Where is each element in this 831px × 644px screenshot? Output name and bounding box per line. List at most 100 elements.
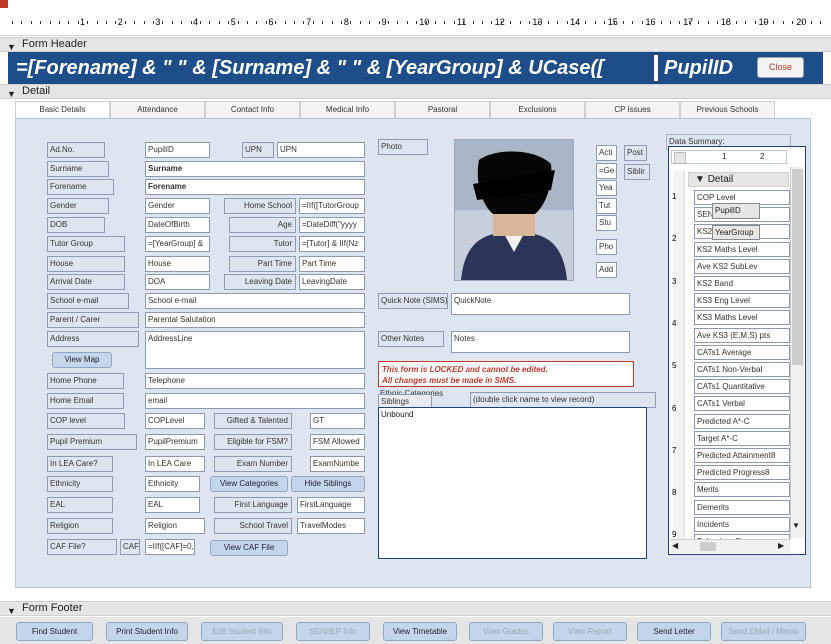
summary-row[interactable]: Ave KS3 (E,M,S) pts (694, 327, 790, 343)
gender-field[interactable]: Gender (145, 198, 210, 214)
ruler-mark: 10 (419, 17, 430, 27)
scroll-down-icon[interactable]: ▼ (792, 521, 800, 530)
tab-cp-issues[interactable]: CP Issues (585, 101, 680, 119)
house-field[interactable]: House (145, 256, 210, 272)
summary-row[interactable]: KS3 Maths Level (694, 310, 790, 326)
tab-basic-details[interactable]: Basic Details (15, 101, 110, 119)
side-acti-field[interactable]: Acti (596, 145, 617, 161)
summary-row[interactable]: Predicted Progress8 (694, 465, 790, 481)
summary-row[interactable]: CATs1 Quantitative (694, 379, 790, 395)
student-photo (454, 139, 574, 281)
home-phone-field[interactable]: Telephone (145, 373, 365, 389)
school-travel-field[interactable]: TravelModes (297, 518, 365, 534)
summary-pupil-id-overlay[interactable]: PupilID (712, 203, 760, 219)
tab-medical-info[interactable]: Medical Info (300, 101, 395, 119)
exam-number-field[interactable]: ExamNumbe (310, 456, 365, 472)
gifted-field[interactable]: GT (310, 413, 365, 429)
send-letter-button[interactable]: Send Letter (637, 622, 711, 641)
side-stu-field[interactable]: Stu (596, 215, 617, 231)
find-student-button[interactable]: Find Student (16, 622, 93, 641)
other-notes-field[interactable]: Notes (451, 331, 630, 353)
summary-row[interactable]: KS2 Band (694, 276, 790, 291)
edit-student-info-button[interactable]: Edit Student Info (201, 622, 283, 641)
leaving-date-field[interactable]: LeavingDate (299, 274, 365, 290)
age-field[interactable]: =DateDiff("yyyy (299, 217, 365, 233)
quick-note-field[interactable]: QuickNote (451, 293, 630, 315)
ruler-tick (124, 21, 126, 24)
part-time-field[interactable]: Part Time (299, 256, 365, 272)
summary-row[interactable]: Incidents (694, 516, 790, 532)
summary-row[interactable]: CATs1 Verbal (694, 396, 790, 412)
summary-row[interactable]: CATs1 Average (694, 344, 790, 360)
view-caf-file-button[interactable]: View CAF File (210, 540, 288, 556)
summary-year-group-overlay[interactable]: YearGroup (712, 225, 760, 240)
home-email-field[interactable]: email (145, 393, 365, 409)
scroll-thumb[interactable] (792, 169, 803, 365)
header-pupil-id[interactable]: PupilID (664, 55, 754, 81)
print-student-info-button[interactable]: Print Student Info (106, 622, 188, 641)
tab-exclusions[interactable]: Exclusions (490, 101, 585, 119)
side-eq-field[interactable]: =Ge (596, 163, 617, 179)
upn-field[interactable]: UPN (277, 142, 365, 158)
subform-detail-bar[interactable]: ▼ Detail (688, 172, 789, 187)
tutor-field[interactable]: =[Tutor] & IIf(Nz (299, 236, 365, 252)
fsm-field[interactable]: FSM Allowed (310, 434, 365, 450)
forename-field[interactable]: Forename (145, 179, 365, 195)
tab-pastoral[interactable]: Pastoral (395, 101, 490, 119)
ethnicity-field[interactable]: Ethnicity (145, 476, 200, 492)
send-email-memo-button[interactable]: Send EMail / Memo (721, 622, 806, 641)
summary-row[interactable]: CATs1 Non-Verbal (694, 362, 790, 377)
surname-field[interactable]: Surname (145, 161, 365, 177)
view-map-button[interactable]: View Map (52, 352, 112, 368)
summary-vertical-scrollbar[interactable]: ▼ (790, 167, 804, 538)
summary-row[interactable]: Target A*-C (694, 430, 790, 446)
religion-field[interactable]: Religion (145, 518, 205, 534)
summary-row[interactable]: KS2 Maths Level (694, 241, 790, 257)
close-button[interactable]: Close (757, 57, 804, 78)
home-school-field[interactable]: =IIf([TutorGroup (299, 198, 365, 214)
form-header-bar[interactable]: ▼ Form Header (0, 37, 831, 52)
side-yea-field[interactable]: Yea (596, 180, 617, 196)
side-tut-field[interactable]: Tut (596, 198, 617, 214)
school-email-field[interactable]: School e-mail (145, 293, 365, 309)
detail-bar[interactable]: ▼ Detail (0, 84, 831, 99)
sen-iep-info-button[interactable]: SEN/IEP Info (296, 622, 370, 641)
summary-row[interactable]: Predicted Attainment8 (694, 448, 790, 463)
view-categories-button[interactable]: View Categories (210, 476, 288, 492)
adno-field[interactable]: PupilID (145, 142, 210, 158)
first-language-field[interactable]: FirstLanguage (297, 497, 365, 513)
header-name-expression[interactable]: =[Forename] & " " & [Surname] & " " & [Y… (16, 55, 654, 81)
summary-horizontal-scrollbar[interactable]: ◀ ▶ (670, 539, 790, 553)
siblings-subform[interactable]: Unbound (378, 407, 647, 559)
caf-field[interactable]: =IIf([CAF]=0, (145, 539, 195, 555)
eal-field[interactable]: EAL (145, 497, 200, 513)
ruler-tick (294, 21, 295, 24)
arrival-date-field[interactable]: DOA (145, 274, 210, 290)
scroll-left-icon[interactable]: ◀ (672, 541, 678, 550)
side-photo-field[interactable]: Pho (596, 239, 617, 255)
form-footer-bar[interactable]: ▼ Form Footer (0, 601, 831, 616)
hide-siblings-button[interactable]: Hide Siblings (291, 476, 365, 492)
scroll-right-icon[interactable]: ▶ (778, 541, 784, 550)
parent-carer-field[interactable]: Parental Salutation (145, 312, 365, 328)
ruler-tick (190, 21, 192, 24)
summary-row[interactable]: KS3 Eng Level (694, 293, 790, 309)
view-report-button[interactable]: View Report (553, 622, 627, 641)
view-timetable-button[interactable]: View Timetable (383, 622, 457, 641)
cop-level-field[interactable]: COPLevel (145, 413, 205, 429)
tab-attendance[interactable]: Attendance (110, 101, 205, 119)
summary-row[interactable]: Merits (694, 482, 790, 498)
pupil-premium-field[interactable]: PupilPremium (145, 434, 205, 450)
hscroll-thumb[interactable] (700, 542, 716, 551)
dob-field[interactable]: DateOfBirth (145, 217, 210, 233)
tab-contact-info[interactable]: Contact Info (205, 101, 300, 119)
tutor-group-field[interactable]: =[YearGroup] & (145, 236, 210, 252)
side-add-field[interactable]: Add (596, 262, 617, 278)
summary-row[interactable]: Predicted A*-C (694, 413, 790, 429)
lea-care-field[interactable]: In LEA Care (145, 456, 205, 472)
view-grades-button[interactable]: View Grades (469, 622, 543, 641)
tab-previous-schools[interactable]: Previous Schools (680, 101, 775, 119)
summary-row[interactable]: Demerits (694, 499, 790, 515)
summary-row[interactable]: Ave KS2 SubLev (694, 258, 790, 274)
address-field[interactable]: AddressLine (145, 331, 365, 369)
